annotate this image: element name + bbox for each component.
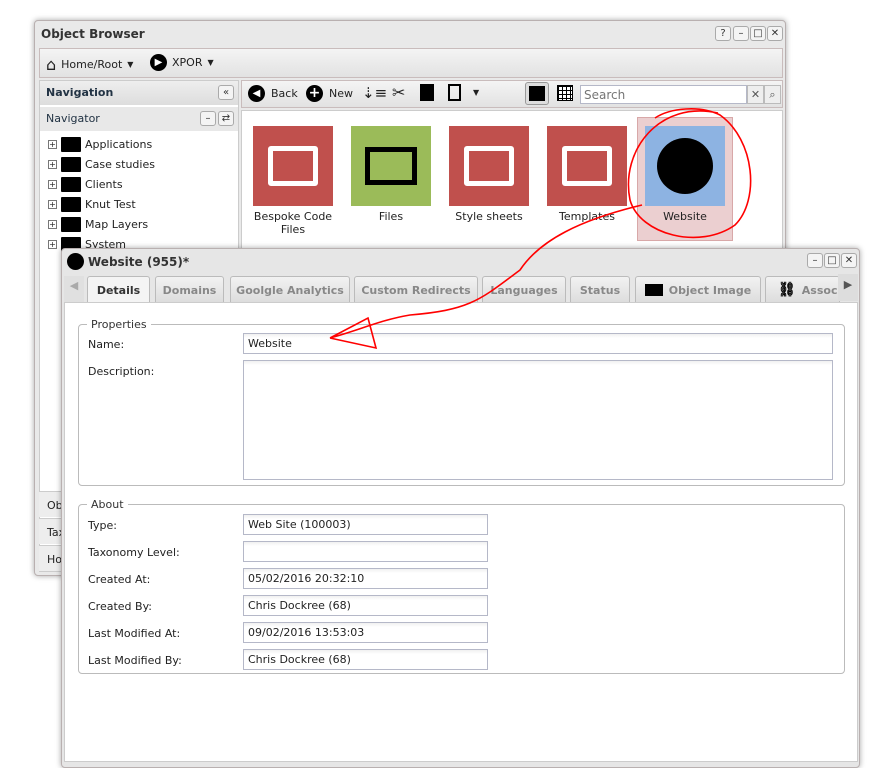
annotation-arrow [329,204,643,350]
annotation-circle [627,108,752,239]
red-annotation [329,108,752,350]
